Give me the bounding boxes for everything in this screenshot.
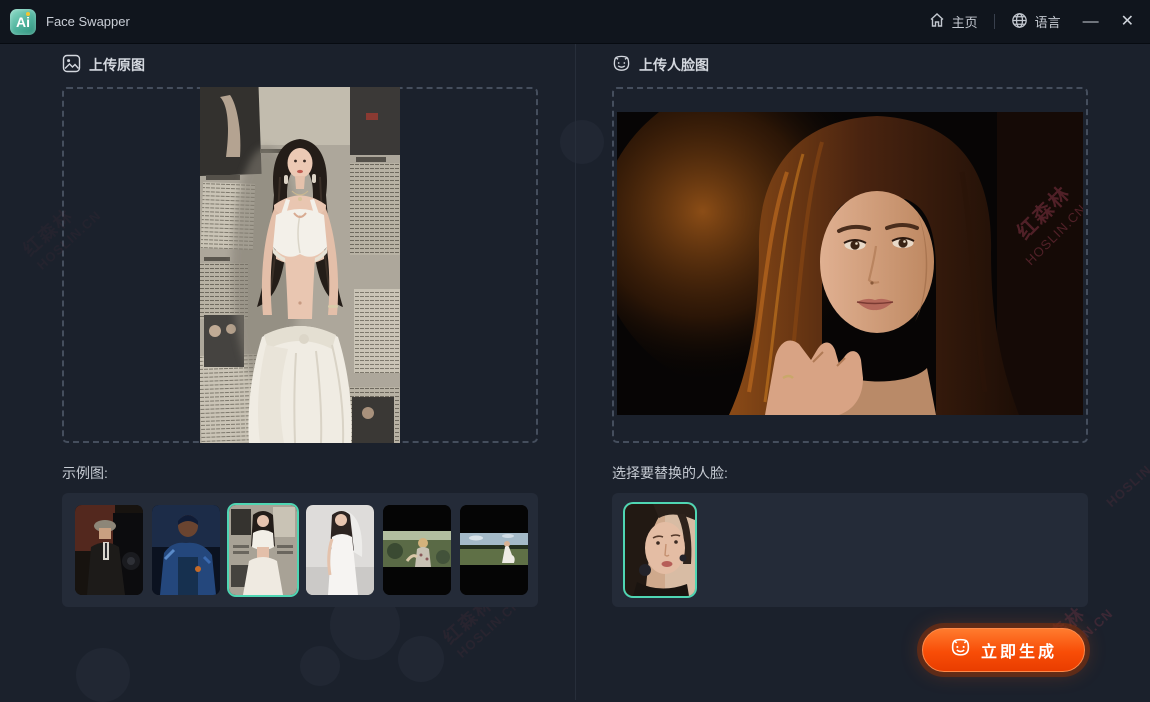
panel-divider xyxy=(575,44,576,700)
logo-dot xyxy=(26,12,30,16)
background-watermark-blob xyxy=(560,120,604,164)
face-thumbnail-strip xyxy=(612,493,1088,607)
sample-thumb-man-in-cap[interactable] xyxy=(75,505,143,595)
picture-icon xyxy=(62,54,81,76)
app-logo-text: Ai xyxy=(16,14,30,30)
generate-button[interactable]: 立即生成 xyxy=(922,628,1085,672)
sample-thumb-woman-field[interactable] xyxy=(460,505,528,595)
left-panel-title: 上传原图 xyxy=(89,55,145,75)
sample-thumbnail-strip xyxy=(62,493,538,607)
sample-thumb-blonde-outdoors[interactable] xyxy=(383,505,451,595)
right-panel-title: 上传人脸图 xyxy=(639,55,709,75)
source-image-preview xyxy=(200,87,400,443)
faces-label: 选择要替换的人脸: xyxy=(612,463,728,483)
globe-icon xyxy=(1011,12,1028,32)
background-watermark-blob xyxy=(398,636,444,682)
generate-button-label: 立即生成 xyxy=(981,638,1057,662)
titlebar-separator xyxy=(994,14,995,29)
close-button[interactable]: ✕ xyxy=(1121,14,1134,30)
nav-home[interactable]: 主页 xyxy=(929,12,978,31)
left-panel-header: 上传原图 xyxy=(62,54,145,76)
generate-face-icon xyxy=(950,637,971,663)
nav-language[interactable]: 语言 xyxy=(1011,12,1061,32)
sample-thumb-bride-veil[interactable] xyxy=(306,505,374,595)
sample-thumb-man-blue-armor[interactable] xyxy=(152,505,220,595)
app-logo-icon: Ai xyxy=(10,9,36,35)
minimize-button[interactable]: — xyxy=(1083,14,1099,30)
sample-thumb-woman-newspaper[interactable] xyxy=(229,505,297,595)
face-thumb-selected[interactable] xyxy=(625,504,695,596)
app-title: Face Swapper xyxy=(46,14,130,29)
home-icon xyxy=(929,12,945,31)
background-watermark-blob xyxy=(76,648,130,702)
nav-home-label: 主页 xyxy=(952,12,978,31)
right-panel-header: 上传人脸图 xyxy=(612,54,709,76)
titlebar: Ai Face Swapper 主页 语言 — ✕ xyxy=(0,0,1150,44)
background-watermark-blob xyxy=(300,646,340,686)
face-icon xyxy=(612,54,631,76)
face-image-preview: 红森林 HOSLIN.CN xyxy=(617,112,1083,415)
nav-language-label: 语言 xyxy=(1035,12,1061,31)
watermark-text: HOSLIN.CN xyxy=(1103,445,1150,510)
samples-label: 示例图: xyxy=(62,463,108,483)
